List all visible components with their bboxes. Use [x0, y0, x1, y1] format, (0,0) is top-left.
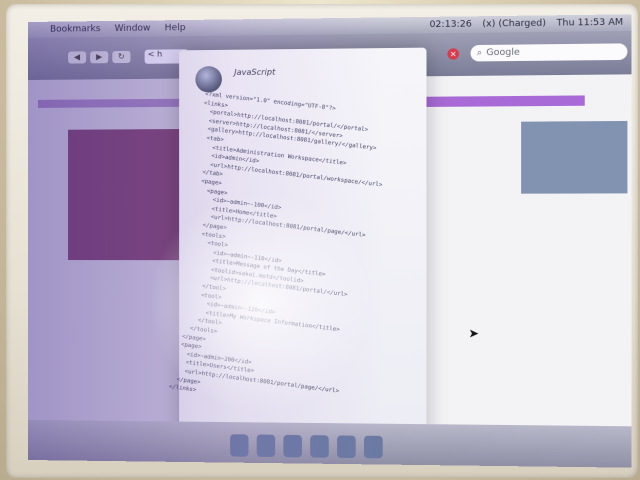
app-icon[interactable]	[337, 435, 356, 459]
search-icon: ⌕	[476, 48, 483, 59]
back-button[interactable]: ◀	[68, 51, 87, 64]
reload-button[interactable]: ↻	[112, 50, 131, 64]
star-icon[interactable]	[363, 435, 383, 459]
forward-button[interactable]: ▶	[90, 51, 109, 64]
clock[interactable]: Thu 11:53 AM	[557, 18, 624, 29]
content-block	[68, 129, 180, 261]
pencil-icon[interactable]	[310, 435, 329, 458]
dialog-code: <?xml version="1.0" encoding="UTF-8"?> <l…	[168, 90, 410, 418]
finder-icon[interactable]	[230, 434, 249, 457]
search-placeholder: Google	[486, 47, 520, 59]
status-time: 02:13:26	[429, 19, 472, 31]
page-right-panel	[416, 74, 632, 427]
music-icon[interactable]	[283, 434, 302, 458]
dock	[28, 420, 632, 468]
search-field[interactable]: ⌕ Google	[470, 43, 628, 62]
dialog-title: JavaScript	[234, 67, 276, 78]
status-area: 02:13:26 (x) (Charged) Thu 11:53 AM	[429, 18, 623, 31]
battery-status[interactable]: (x) (Charged)	[482, 18, 546, 29]
mail-icon[interactable]	[256, 434, 276, 458]
stop-button[interactable]: ×	[447, 48, 459, 60]
menu-item-bookmarks[interactable]: Bookmarks	[50, 24, 101, 35]
header-band	[37, 98, 180, 108]
javascript-dialog: JavaScript <?xml version="1.0" encoding=…	[168, 47, 427, 461]
menu-item-help[interactable]: Help	[165, 23, 186, 33]
content-box	[521, 120, 628, 194]
menu-item-window[interactable]: Window	[115, 23, 151, 34]
tab-stripe	[426, 95, 585, 107]
laptop-screen: Bookmarks Window Help 02:13:26 (x) (Char…	[28, 14, 632, 468]
page-left-panel	[28, 78, 180, 422]
mouse-cursor-icon: ➤	[468, 326, 480, 341]
globe-icon	[195, 66, 222, 93]
